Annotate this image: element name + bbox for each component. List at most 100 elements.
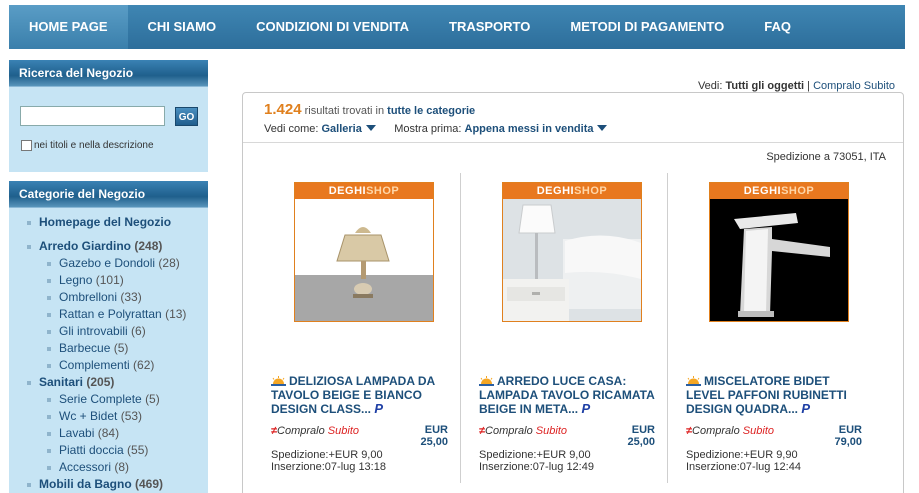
category-label: Lavabi [59,426,95,440]
nav-chi-siamo[interactable]: CHI SIAMO [128,5,237,49]
listing-title[interactable]: ARREDO LUCE CASA: LAMPADA TAVOLO RICAMAT… [479,374,664,416]
bidet-mixer-faucet-image [710,199,848,321]
paypal-icon: P [374,401,384,416]
nav-condizioni-di-vendita[interactable]: CONDIZIONI DI VENDITA [236,5,429,49]
table-lamp-image [295,199,433,321]
listing-date: Inserzione:07-lug 12:49 [479,461,594,473]
bullet-icon [47,449,51,453]
category-accessori[interactable]: Accessori (8) [9,459,208,476]
category-label: Complementi [59,358,130,372]
view-filter: Vedi: Tutti gli oggetti | Compralo Subit… [698,80,895,92]
search-go-button[interactable]: GO [175,107,198,126]
category-sanitari[interactable]: Sanitari (205) [9,374,208,391]
buy-it-now-text: Compralo [277,425,325,437]
category-count: (28) [158,256,180,270]
chevron-down-icon [365,125,376,131]
bullet-icon [47,347,51,351]
category-label: Accessori [59,460,112,474]
category-count: (33) [120,290,142,304]
bullet-icon [27,483,31,487]
category-count: (55) [127,443,149,457]
brand-text-accent: SHOP [781,185,815,197]
nav-faq[interactable]: FAQ [744,5,811,49]
listing-date: Inserzione:07-lug 13:18 [271,461,386,473]
category-legno[interactable]: Legno (101) [9,272,208,289]
category-list: Homepage del Negozio Arredo Giardino (24… [9,208,208,493]
category-complementi[interactable]: Complementi (62) [9,357,208,374]
category-label: Homepage del Negozio [39,215,172,229]
listing-meta: Spedizione:+EUR 9,90 Inserzione:07-lug 12… [686,449,801,473]
view-as-dropdown[interactable]: Galleria [321,123,376,135]
price-currency: EUR [838,424,862,436]
nav-trasporto[interactable]: TRASPORTO [429,5,550,49]
listing-image[interactable]: DEGHISHOP [709,182,849,322]
store-search-title: Ricerca del Negozio [9,60,208,87]
shipping-destination: Spedizione a 73051, ITA [766,151,886,163]
category-count: (84) [97,426,120,440]
bullet-icon [27,221,31,225]
listing-title-text: ARREDO LUCE CASA: LAMPADA TAVOLO RICAMAT… [479,374,655,416]
category-label: Ombrelloni [59,290,118,304]
paypal-icon: P [801,401,811,416]
category-mobili-da-bagno[interactable]: Mobili da Bagno (469) [9,476,208,493]
brand-banner: DEGHISHOP [710,183,848,199]
category-gli-introvabili[interactable]: Gli introvabili (6) [9,323,208,340]
category-lavabi[interactable]: Lavabi (84) [9,425,208,442]
nav-home-page[interactable]: HOME PAGE [9,5,128,49]
buy-it-now-accent: Subito [535,425,567,437]
listing-title[interactable]: MISCELATORE BIDET LEVEL PAFFONI RUBINETT… [686,374,871,416]
view-filter-buy-now-link[interactable]: Compralo Subito [813,80,895,92]
buy-it-now-accent: Subito [742,425,774,437]
nav-metodi-di-pagamento[interactable]: METODI DI PAGAMENTO [550,5,744,49]
buy-it-now-logo: ≠Compralo Subito [686,425,774,437]
buy-it-now-text: Compralo [485,425,533,437]
category-count: (248) [134,239,163,253]
category-homepage[interactable]: Homepage del Negozio [9,214,208,231]
sort-dropdown[interactable]: Appena messi in vendita [465,123,608,135]
results-count-line: 1.424 risultati trovati in tutte le cate… [264,101,475,118]
category-count: (13) [165,307,187,321]
category-count: (53) [120,409,143,423]
buy-it-now-accent: Subito [327,425,359,437]
store-search-input[interactable] [20,106,165,126]
category-wc-bidet[interactable]: Wc + Bidet (53) [9,408,208,425]
sunrise-icon [686,376,701,386]
category-count: (5) [113,341,129,355]
category-serie-complete[interactable]: Serie Complete (5) [9,391,208,408]
listing-shipping: Spedizione:+EUR 9,00 [479,449,591,461]
results-found-text: risultati trovati in [304,105,385,117]
buy-it-now-logo: ≠Compralo Subito [479,425,567,437]
category-label: Barbecue [59,341,111,355]
listing-date: Inserzione:07-lug 12:44 [686,461,801,473]
category-rattan-e-polyrattan[interactable]: Rattan e Polyrattan (13) [9,306,208,323]
listing-title[interactable]: DELIZIOSA LAMPADA DA TAVOLO BEIGE E BIAN… [271,374,456,416]
category-piatti-doccia[interactable]: Piatti doccia (55) [9,442,208,459]
listing-price: EUR 79,00 [834,424,862,448]
bullet-icon [47,432,51,436]
price-value: 25,00 [627,436,655,448]
listing-title-text: MISCELATORE BIDET LEVEL PAFFONI RUBINETT… [686,374,847,416]
store-search-panel: Ricerca del Negozio GO nei titoli e nell… [9,60,208,172]
listing-image[interactable]: DEGHISHOP [294,182,434,322]
category-arredo-giardino[interactable]: Arredo Giardino (248) [9,238,208,255]
view-as-label: Vedi come: [264,123,319,135]
bullet-icon [47,330,51,334]
listing-image[interactable]: DEGHISHOP [502,182,642,322]
category-count: (62) [133,358,155,372]
category-barbecue[interactable]: Barbecue (5) [9,340,208,357]
category-ombrelloni[interactable]: Ombrelloni (33) [9,289,208,306]
buy-it-now-logo: ≠Compralo Subito [271,425,359,437]
sunrise-icon [271,376,286,386]
category-gazebo-e-dondoli[interactable]: Gazebo e Dondoli (28) [9,255,208,272]
price-currency: EUR [631,424,655,436]
category-label: Gli introvabili [59,324,128,338]
bullet-icon [47,466,51,470]
search-in-description-checkbox[interactable] [21,140,32,151]
sort-value: Appena messi in vendita [464,123,594,135]
listing-price: EUR 25,00 [627,424,655,448]
search-in-description-option[interactable]: nei titoli e nella descrizione [21,140,154,151]
category-label: Gazebo e Dondoli [59,256,156,270]
bullet-icon [47,262,51,266]
brand-banner: DEGHISHOP [295,183,433,199]
results-category-link[interactable]: tutte le categorie [387,105,475,117]
